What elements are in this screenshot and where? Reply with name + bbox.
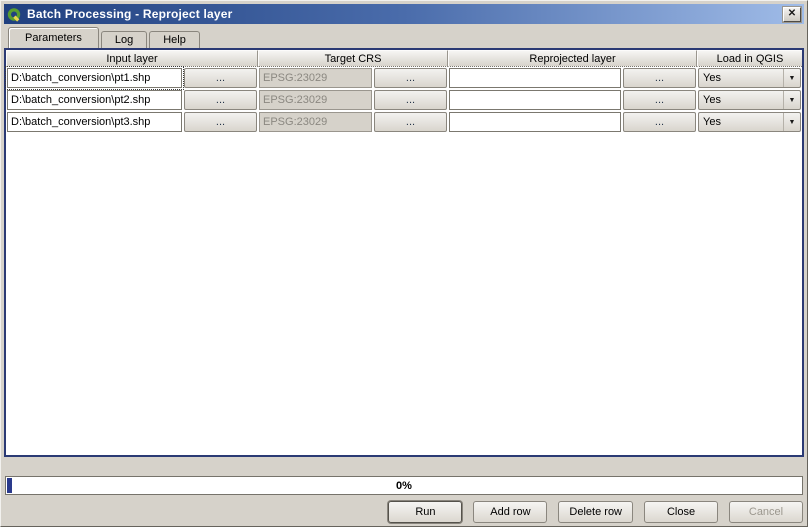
reprojected-layer-browse-button[interactable]: ... bbox=[623, 112, 696, 132]
cancel-button[interactable]: Cancel bbox=[729, 501, 803, 523]
tab-log[interactable]: Log bbox=[101, 31, 147, 48]
target-crs-field: EPSG:23029 bbox=[259, 68, 372, 88]
window-title: Batch Processing - Reproject layer bbox=[27, 7, 783, 21]
run-button[interactable]: Run bbox=[388, 501, 462, 523]
target-crs-browse-button[interactable]: ... bbox=[374, 112, 447, 132]
add-row-button[interactable]: Add row bbox=[473, 501, 547, 523]
progress-bar: 0% bbox=[5, 476, 803, 495]
column-header-load-in-qgis: Load in QGIS bbox=[697, 50, 802, 67]
table-row: D:\batch_conversion\pt3.shp ... EPSG:230… bbox=[6, 111, 802, 133]
dialog-button-row: Run Add row Delete row Close Cancel bbox=[388, 501, 803, 523]
reprojected-layer-browse-button[interactable]: ... bbox=[623, 68, 696, 88]
qgis-icon bbox=[7, 7, 22, 22]
tab-bar: Parameters Log Help bbox=[8, 27, 202, 48]
target-crs-browse-button[interactable]: ... bbox=[374, 90, 447, 110]
batch-processing-dialog: Batch Processing - Reproject layer ✕ Par… bbox=[0, 0, 808, 527]
input-layer-browse-button[interactable]: ... bbox=[184, 90, 257, 110]
target-crs-browse-button[interactable]: ... bbox=[374, 68, 447, 88]
input-layer-field[interactable]: D:\batch_conversion\pt3.shp bbox=[7, 112, 182, 132]
chevron-down-icon: ▼ bbox=[783, 113, 800, 131]
batch-table: Input layer Target CRS Reprojected layer… bbox=[4, 48, 804, 457]
load-in-qgis-select[interactable]: Yes ▼ bbox=[698, 112, 801, 132]
chevron-down-icon: ▼ bbox=[783, 91, 800, 109]
target-crs-field: EPSG:23029 bbox=[259, 112, 372, 132]
column-header-target-crs: Target CRS bbox=[258, 50, 448, 67]
reprojected-layer-browse-button[interactable]: ... bbox=[623, 90, 696, 110]
tab-parameters[interactable]: Parameters bbox=[8, 27, 99, 48]
load-in-qgis-select[interactable]: Yes ▼ bbox=[698, 68, 801, 88]
column-header-reprojected-layer: Reprojected layer bbox=[448, 50, 697, 67]
input-layer-browse-button[interactable]: ... bbox=[184, 68, 257, 88]
table-row: D:\batch_conversion\pt2.shp ... EPSG:230… bbox=[6, 89, 802, 111]
input-layer-browse-button[interactable]: ... bbox=[184, 112, 257, 132]
reprojected-layer-field[interactable] bbox=[449, 90, 621, 110]
load-in-qgis-value: Yes bbox=[699, 94, 783, 106]
reprojected-layer-field[interactable] bbox=[449, 68, 621, 88]
reprojected-layer-field[interactable] bbox=[449, 112, 621, 132]
input-layer-field[interactable]: D:\batch_conversion\pt1.shp bbox=[7, 68, 182, 88]
load-in-qgis-value: Yes bbox=[699, 116, 783, 128]
close-button[interactable]: Close bbox=[644, 501, 718, 523]
load-in-qgis-select[interactable]: Yes ▼ bbox=[698, 90, 801, 110]
chevron-down-icon: ▼ bbox=[783, 69, 800, 87]
load-in-qgis-value: Yes bbox=[699, 72, 783, 84]
table-header-row: Input layer Target CRS Reprojected layer… bbox=[6, 50, 802, 67]
progress-percentage: 0% bbox=[6, 477, 802, 494]
title-bar[interactable]: Batch Processing - Reproject layer ✕ bbox=[4, 4, 804, 24]
table-row: D:\batch_conversion\pt1.shp ... EPSG:230… bbox=[6, 67, 802, 89]
target-crs-field: EPSG:23029 bbox=[259, 90, 372, 110]
delete-row-button[interactable]: Delete row bbox=[558, 501, 633, 523]
input-layer-field[interactable]: D:\batch_conversion\pt2.shp bbox=[7, 90, 182, 110]
tab-help[interactable]: Help bbox=[149, 31, 200, 48]
column-header-input-layer: Input layer bbox=[6, 50, 258, 67]
close-icon[interactable]: ✕ bbox=[783, 7, 801, 22]
